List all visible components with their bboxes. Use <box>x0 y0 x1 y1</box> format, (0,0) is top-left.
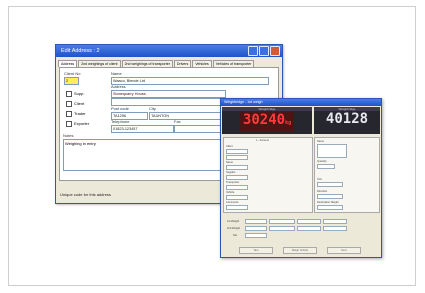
tab-strip: Address 2nd weighings of client 2nd weig… <box>56 57 282 67</box>
weight-value-left: 30240 <box>242 112 286 128</box>
vehicle-input[interactable] <box>226 195 248 200</box>
exporter-checkbox-label: Exporter <box>74 121 90 127</box>
city-label: City <box>149 106 156 111</box>
weight-readout-left: 30240kg <box>240 112 294 132</box>
quantity-dropdown[interactable] <box>317 164 335 169</box>
tab-address[interactable]: Address <box>58 60 78 67</box>
edit-address-titlebar[interactable]: Edit Address : 2 <box>56 45 282 57</box>
name-input[interactable] <box>226 165 248 170</box>
detail-label-quantity: Quantity <box>317 160 327 163</box>
direction-input[interactable] <box>317 194 343 199</box>
name-field[interactable]: Waaco, Blende Ltd <box>111 77 269 85</box>
trader-checkbox-label: Trader <box>74 111 86 117</box>
details-panel: Name Quantity Unit Direction Destination… <box>314 137 380 213</box>
window-title: Edit Address : 2 <box>61 48 100 54</box>
form-label-supplier: Supplier <box>226 171 236 174</box>
weigh-vehicle-button[interactable]: Weigh Vehicle <box>283 247 317 254</box>
postcode-label: Post code <box>111 106 129 111</box>
address-field-2[interactable] <box>111 98 226 106</box>
tab-transporter-vehicles[interactable]: Vehicles of transporter <box>212 60 255 67</box>
unit-input[interactable] <box>317 182 343 187</box>
detail-name-input[interactable] <box>317 144 347 158</box>
client-input[interactable] <box>226 149 248 154</box>
city-field[interactable]: TAUNTON <box>149 112 226 120</box>
fax-field[interactable] <box>174 125 226 133</box>
second-weight-input[interactable] <box>245 226 267 231</box>
net-weight-input[interactable] <box>245 233 267 238</box>
client-no-label: Client No <box>64 71 81 76</box>
minimize-icon[interactable] <box>248 46 258 56</box>
telephone-label: Telephone <box>111 119 130 124</box>
tab-drivers[interactable]: Drivers <box>173 60 192 67</box>
weighbridge-titlebar[interactable]: Weighbridge - 1st weigh <box>221 99 381 106</box>
trader-checkbox[interactable]: Trader <box>66 111 86 117</box>
panel-title: 1 - Account <box>256 139 269 142</box>
tab-transporter-weighings[interactable]: 2nd weighings of transporter <box>121 60 173 67</box>
account-panel: 1 - Account Client Name Supplier Transpo… <box>223 137 313 213</box>
address-field[interactable]: Stonequarry House, <box>111 90 226 98</box>
checkbox-checked-icon <box>66 111 72 117</box>
weighbridge-window: Weighbridge - 1st weigh Weighbridge 3024… <box>220 98 382 258</box>
exporter-checkbox[interactable]: Exporter <box>66 121 89 127</box>
destination-input[interactable] <box>317 205 343 210</box>
supplier-input[interactable] <box>226 175 248 180</box>
client-checkbox-label: Client <box>74 101 85 107</box>
maximize-icon[interactable] <box>259 46 269 56</box>
detail-label-unit: Unit <box>317 178 322 181</box>
status-text: Unique code for this address <box>60 192 111 197</box>
second-weight-time[interactable] <box>297 226 321 231</box>
notes-label: Notes <box>63 133 74 138</box>
next-button[interactable]: Next <box>327 247 361 254</box>
first-weight-extra[interactable] <box>323 219 347 224</box>
tab-vehicles[interactable]: Vehicles <box>192 60 212 67</box>
checkbox-icon <box>66 121 72 127</box>
weight-value-right: 40128 <box>325 111 369 127</box>
weight-display-left: Weighbridge 30240kg <box>222 107 312 134</box>
first-weight-time[interactable] <box>297 219 321 224</box>
checkbox-icon <box>66 91 72 97</box>
form-label-name: Name <box>226 161 233 164</box>
weigh-label-2nd: 2nd Weight <box>227 227 241 230</box>
form-label-client: Client <box>226 145 233 148</box>
detail-label-direction: Direction <box>317 190 328 193</box>
supplier-checkbox[interactable]: Supp. <box>66 91 84 97</box>
tab-client-weighings[interactable]: 2nd weighings of client <box>78 60 121 67</box>
weight-display-right: Weighbridge 40128 <box>314 107 380 134</box>
second-weight-date[interactable] <box>269 226 295 231</box>
address-input[interactable] <box>226 155 248 160</box>
weigh-label-1st: 1st Weight <box>227 220 240 223</box>
name-label: Name <box>111 71 122 76</box>
weigh-label-net: Net <box>233 234 238 237</box>
fax-label: Fax <box>174 119 181 124</box>
first-weight-date[interactable] <box>269 219 295 224</box>
close-icon[interactable] <box>270 46 280 56</box>
comments-input[interactable] <box>226 205 248 210</box>
transporter-input[interactable] <box>226 185 248 190</box>
client-no-field[interactable]: 2 <box>64 77 79 85</box>
address-label: Address <box>111 84 126 89</box>
tare-button[interactable]: Tare <box>239 247 273 254</box>
detail-label-name: Name <box>317 140 324 143</box>
weight-unit: kg <box>285 120 292 126</box>
second-weight-extra[interactable] <box>323 226 347 231</box>
client-checkbox[interactable]: Client <box>66 101 84 107</box>
form-label-comments: Comments <box>226 201 239 204</box>
detail-label-destination: Destination Weight <box>317 201 339 204</box>
supplier-checkbox-label: Supp. <box>74 91 85 97</box>
checkbox-checked-icon <box>66 101 72 107</box>
form-label-vehicle: Vehicle <box>226 191 235 194</box>
first-weight-input[interactable] <box>245 219 267 224</box>
telephone-field[interactable]: 01823-123457 <box>111 125 174 133</box>
display-header-left: Weighbridge <box>222 107 312 111</box>
form-label-transporter: Transporter <box>226 181 240 184</box>
